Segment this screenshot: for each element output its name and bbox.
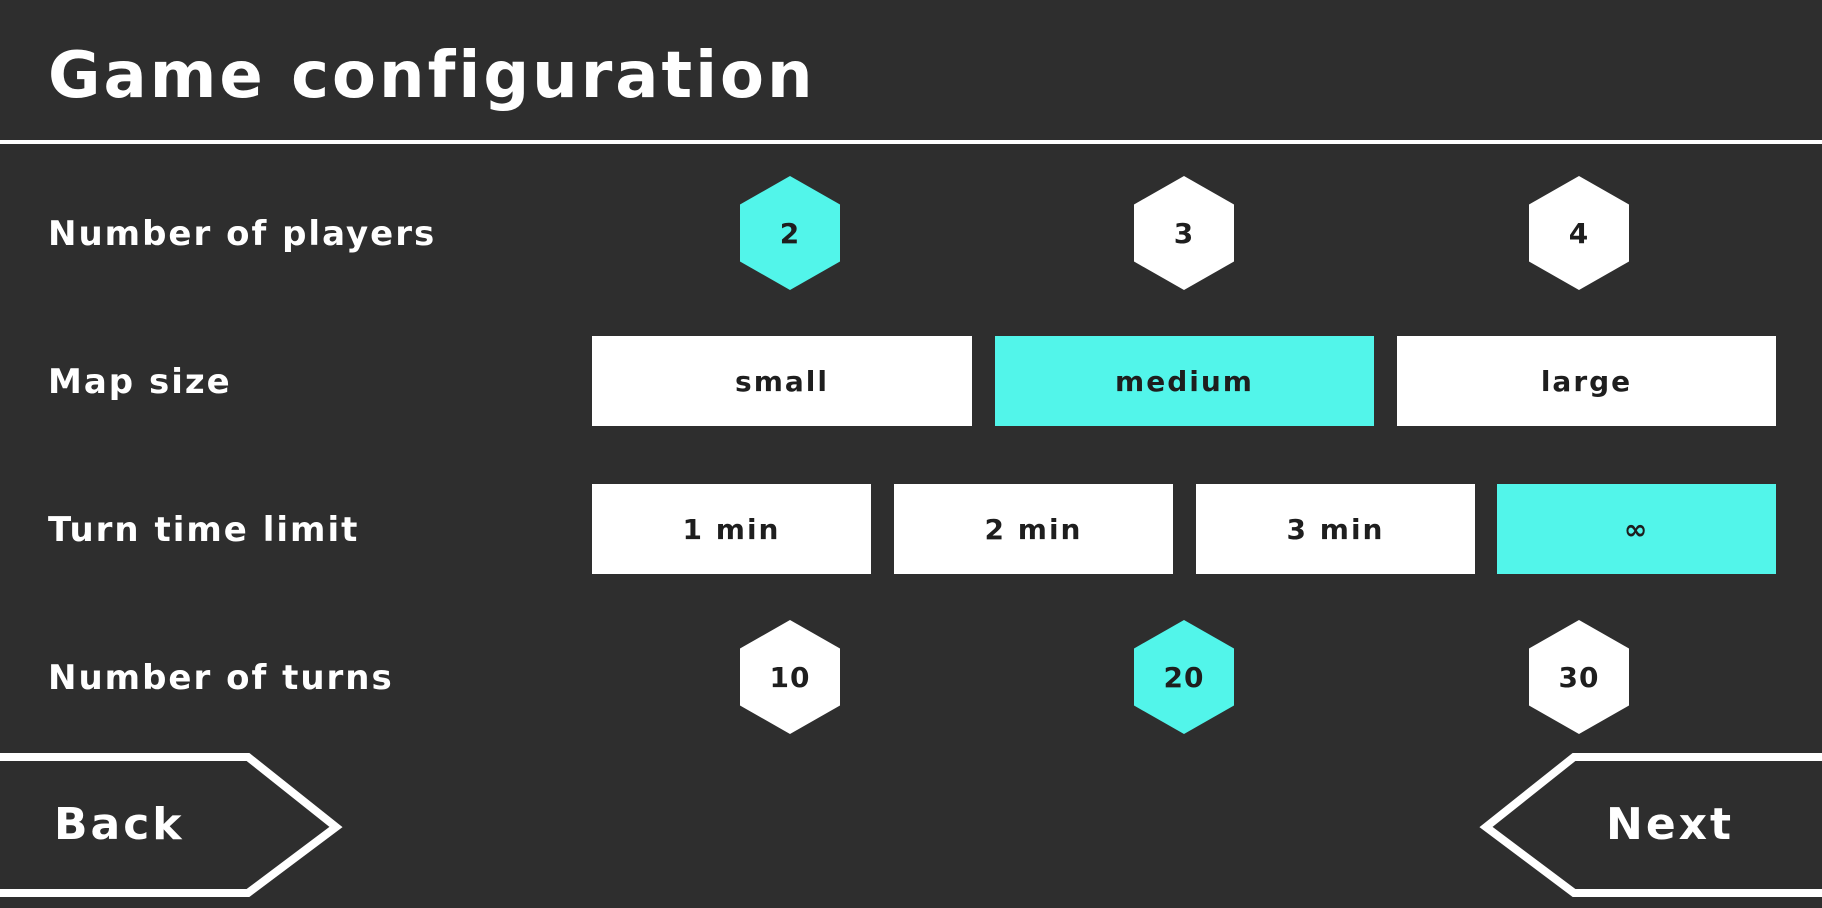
players-label: Number of players [48, 214, 437, 254]
back-button[interactable]: Back [0, 752, 345, 898]
next-label: Next [1606, 799, 1735, 850]
map-size-small-button[interactable]: small [592, 336, 972, 426]
players-option-4[interactable]: 4 [1529, 176, 1629, 290]
players-option-2[interactable]: 2 [740, 176, 840, 290]
page-title: Game configuration [48, 39, 816, 113]
turns-option-10[interactable]: 10 [740, 620, 840, 734]
back-label: Back [54, 799, 185, 850]
turn-time-label: Turn time limit [48, 510, 360, 550]
turn-time-3min-button[interactable]: 3 min [1196, 484, 1475, 574]
next-button[interactable]: Next [1477, 752, 1822, 898]
players-option-3[interactable]: 3 [1134, 176, 1234, 290]
turn-time-1min-button[interactable]: 1 min [592, 484, 871, 574]
turns-label: Number of turns [48, 658, 394, 698]
turns-option-30[interactable]: 30 [1529, 620, 1629, 734]
title-divider [0, 140, 1822, 144]
map-size-medium-button[interactable]: medium [995, 336, 1374, 426]
map-size-large-button[interactable]: large [1397, 336, 1776, 426]
map-size-label: Map size [48, 362, 232, 402]
turns-option-20[interactable]: 20 [1134, 620, 1234, 734]
turn-time-2min-button[interactable]: 2 min [894, 484, 1173, 574]
turn-time-unlimited-button[interactable]: ∞ [1497, 484, 1776, 574]
game-config-screen: Game configuration Number of players 2 3… [0, 0, 1822, 908]
